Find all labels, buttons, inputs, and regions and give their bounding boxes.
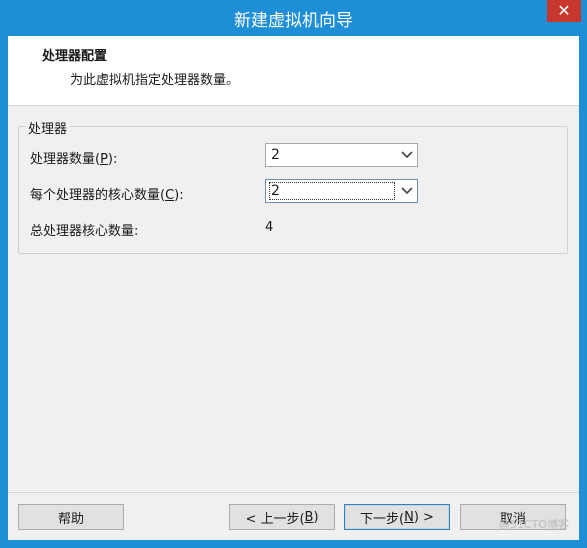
close-icon: ✕ [557, 1, 571, 20]
back-button[interactable]: < 上一步(B) [229, 504, 335, 530]
button-separator [8, 492, 579, 493]
focus-rectangle [269, 182, 395, 200]
help-button[interactable]: 帮助 [18, 504, 124, 530]
total-cores-value: 4 [265, 220, 274, 235]
title-bar[interactable]: 新建虚拟机向导 ✕ [0, 0, 587, 36]
cores-per-processor-value: 2 [271, 183, 280, 199]
cores-per-processor-label: 每个处理器的核心数量(C): [30, 184, 184, 203]
window-title: 新建虚拟机向导 [234, 11, 353, 31]
cores-per-processor-select[interactable]: 2 [265, 179, 418, 203]
processor-group-legend: 处理器 [26, 118, 70, 137]
watermark: @51CTO博客 [498, 518, 569, 531]
chevron-down-icon[interactable] [397, 180, 417, 202]
cores-per-processor-label-suffix: ): [174, 188, 184, 203]
total-cores-label: 总处理器核心数量: [30, 224, 139, 239]
back-button-label: < 上一步( [245, 511, 305, 527]
back-button-hotkey: B [304, 509, 314, 525]
next-button-hotkey: N [404, 509, 414, 525]
processor-count-label-suffix: ): [107, 152, 118, 167]
page-title: 处理器配置 [42, 49, 108, 64]
cores-per-processor-hotkey: C [165, 188, 175, 203]
wizard-window: 新建虚拟机向导 ✕ 处理器配置 为此虚拟机指定处理器数量。 处理器 处理器数量(… [0, 0, 587, 548]
next-button-label: 下一步( [360, 511, 405, 527]
processor-count-value: 2 [271, 147, 280, 163]
dialog-body: 处理器配置 为此虚拟机指定处理器数量。 处理器 处理器数量(P): 2 每个处理… [8, 36, 579, 540]
page-subtitle: 为此虚拟机指定处理器数量。 [70, 73, 240, 88]
processor-count-label: 处理器数量(P): [30, 148, 117, 167]
next-button[interactable]: 下一步(N) > [344, 504, 450, 530]
next-button-suffix: ) > [413, 509, 434, 525]
chevron-down-icon[interactable] [397, 144, 417, 166]
wizard-header: 处理器配置 为此虚拟机指定处理器数量。 [8, 36, 579, 106]
processor-count-select[interactable]: 2 [265, 143, 418, 167]
cores-per-processor-label-text: 每个处理器的核心数量( [30, 188, 166, 203]
back-button-suffix: ) [313, 509, 319, 525]
processor-count-label-text: 处理器数量( [30, 152, 101, 167]
processor-count-hotkey: P [100, 152, 108, 167]
close-button[interactable]: ✕ [547, 0, 581, 22]
